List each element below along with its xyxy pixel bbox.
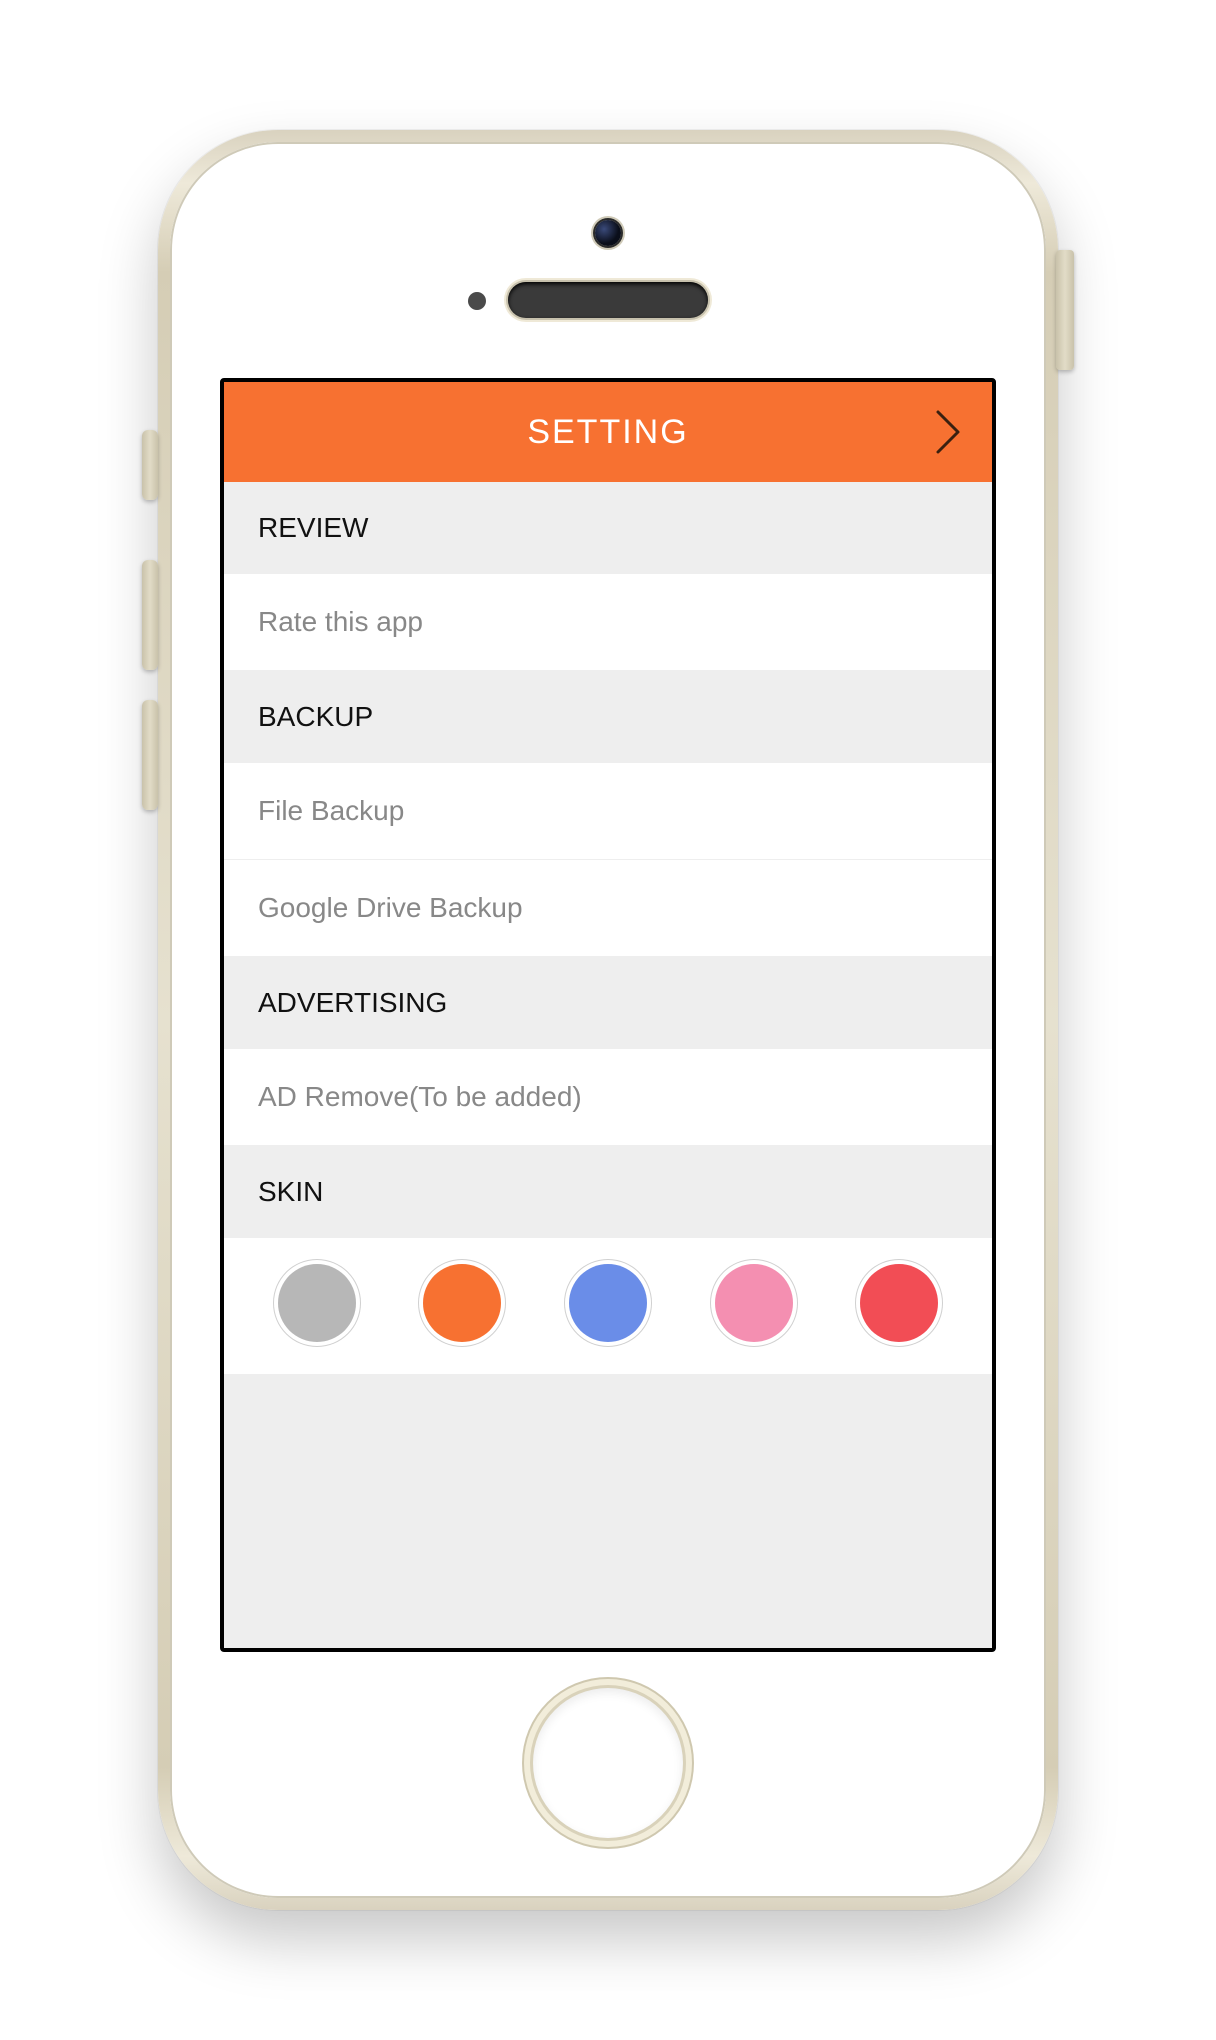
volume-up-button xyxy=(142,560,158,670)
section-heading-review: REVIEW xyxy=(224,482,992,574)
section-heading-backup: BACKUP xyxy=(224,671,992,763)
earpiece-speaker xyxy=(508,282,708,318)
power-button xyxy=(1056,250,1074,370)
skin-swatch-red[interactable] xyxy=(860,1264,938,1342)
proximity-sensor xyxy=(468,292,486,310)
header-bar: SETTING xyxy=(224,382,992,482)
mute-switch xyxy=(142,430,158,500)
skin-swatch-grey[interactable] xyxy=(278,1264,356,1342)
row-rate-app[interactable]: Rate this app xyxy=(224,574,992,671)
skin-color-row xyxy=(224,1238,992,1374)
volume-down-button xyxy=(142,700,158,810)
footer-spacer xyxy=(224,1374,992,1454)
row-google-drive-backup[interactable]: Google Drive Backup xyxy=(224,860,992,957)
phone-bezel: SETTING REVIEW Rate this app BACKUP File… xyxy=(170,142,1046,1898)
section-heading-advertising: ADVERTISING xyxy=(224,957,992,1049)
skin-swatch-pink[interactable] xyxy=(715,1264,793,1342)
home-button xyxy=(533,1688,683,1838)
chevron-right-icon[interactable] xyxy=(934,408,962,456)
phone-frame: SETTING REVIEW Rate this app BACKUP File… xyxy=(158,130,1058,1910)
row-file-backup[interactable]: File Backup xyxy=(224,763,992,860)
header-title: SETTING xyxy=(527,413,688,452)
row-ad-remove[interactable]: AD Remove(To be added) xyxy=(224,1049,992,1146)
skin-swatch-orange[interactable] xyxy=(423,1264,501,1342)
section-heading-skin: SKIN xyxy=(224,1146,992,1238)
app-screen: SETTING REVIEW Rate this app BACKUP File… xyxy=(220,378,996,1652)
front-camera xyxy=(595,220,621,246)
skin-swatch-blue[interactable] xyxy=(569,1264,647,1342)
